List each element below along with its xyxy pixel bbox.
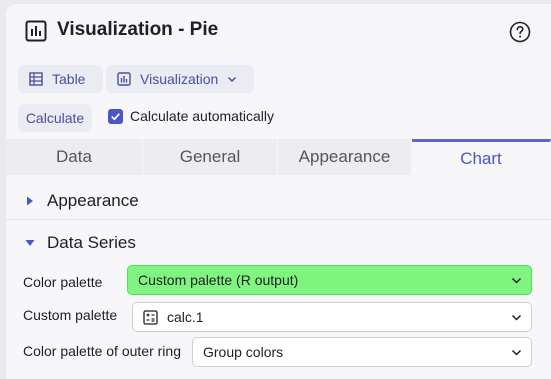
table-grid-icon xyxy=(29,72,43,86)
tab-appearance[interactable]: Appearance xyxy=(278,139,412,175)
visualization-view-button[interactable]: Visualization xyxy=(106,65,254,93)
chevron-down-icon xyxy=(511,277,522,284)
table-view-button[interactable]: Table xyxy=(18,65,103,93)
custom-palette-value: calc.1 xyxy=(167,309,204,325)
data-series-section-header[interactable]: Data Series xyxy=(6,227,551,259)
page-title: Visualization - Pie xyxy=(57,19,219,40)
outer-ring-palette-select[interactable]: Group colors xyxy=(192,337,532,367)
tab-general[interactable]: General xyxy=(143,139,278,175)
caret-right-icon xyxy=(27,196,33,205)
chevron-down-icon xyxy=(511,349,522,356)
calculate-automatically-checkbox[interactable]: Calculate automatically xyxy=(108,108,274,124)
outer-ring-palette-value: Group colors xyxy=(203,344,284,360)
tab-chart[interactable]: Chart xyxy=(412,139,551,175)
custom-palette-label: Custom palette xyxy=(23,307,118,323)
appearance-section-header[interactable]: Appearance xyxy=(6,182,551,220)
outer-ring-palette-label: Color palette of outer ring xyxy=(23,343,181,359)
appearance-section-label: Appearance xyxy=(47,190,139,210)
caret-down-icon xyxy=(25,240,35,246)
tab-data[interactable]: Data xyxy=(6,139,143,175)
custom-palette-select[interactable]: calc.1 xyxy=(132,302,532,332)
bar-chart-icon xyxy=(117,72,131,86)
color-palette-select[interactable]: Custom palette (R output) xyxy=(127,265,532,295)
color-palette-label: Color palette xyxy=(23,274,103,290)
visualization-panel: Visualization - Pie Table Visualization … xyxy=(6,4,551,379)
calculate-automatically-label: Calculate automatically xyxy=(130,108,274,124)
bar-chart-icon xyxy=(25,20,47,42)
data-series-section-label: Data Series xyxy=(47,233,136,252)
calculation-icon xyxy=(143,309,158,325)
help-circle-icon[interactable] xyxy=(509,21,531,43)
checkbox-checked-icon[interactable] xyxy=(108,108,123,124)
settings-tabs: Data General Appearance Chart xyxy=(6,139,551,175)
table-view-label: Table xyxy=(52,71,86,87)
panel-header: Visualization - Pie xyxy=(6,4,551,58)
chevron-down-icon xyxy=(228,76,237,83)
visualization-view-label: Visualization xyxy=(140,71,219,87)
color-palette-value: Custom palette (R output) xyxy=(138,272,299,288)
calculate-button[interactable]: Calculate xyxy=(18,104,92,132)
chevron-down-icon xyxy=(511,314,522,321)
